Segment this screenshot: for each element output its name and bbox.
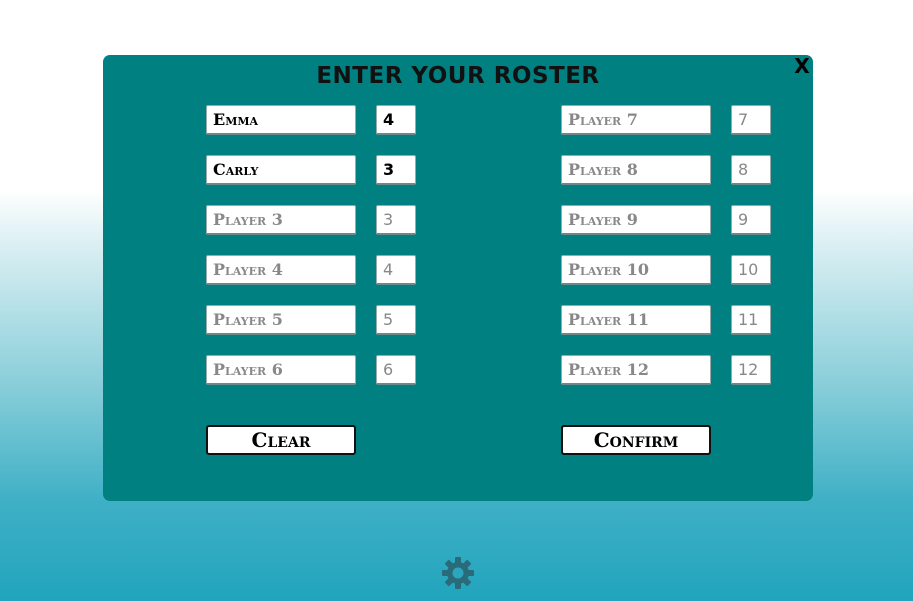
gear-icon[interactable] (441, 556, 475, 590)
player-6-name-input[interactable] (206, 355, 356, 385)
player-1-name-input[interactable] (206, 105, 356, 135)
player-5-number-input[interactable] (376, 305, 416, 335)
player-1-number-input[interactable] (376, 105, 416, 135)
player-8-number-input[interactable] (731, 155, 771, 185)
player-4-name-input[interactable] (206, 255, 356, 285)
player-7-name-input[interactable] (561, 105, 711, 135)
player-4-number-input[interactable] (376, 255, 416, 285)
player-11-number-input[interactable] (731, 305, 771, 335)
player-6-number-input[interactable] (376, 355, 416, 385)
player-3-number-input[interactable] (376, 205, 416, 235)
player-7-number-input[interactable] (731, 105, 771, 135)
roster-modal: X ENTER YOUR ROSTER Clear Confirm (103, 55, 813, 501)
player-9-number-input[interactable] (731, 205, 771, 235)
confirm-button[interactable]: Confirm (561, 425, 711, 455)
player-12-name-input[interactable] (561, 355, 711, 385)
player-10-number-input[interactable] (731, 255, 771, 285)
clear-button[interactable]: Clear (206, 425, 356, 455)
player-2-number-input[interactable] (376, 155, 416, 185)
player-8-name-input[interactable] (561, 155, 711, 185)
player-5-name-input[interactable] (206, 305, 356, 335)
player-12-number-input[interactable] (731, 355, 771, 385)
modal-title: ENTER YOUR ROSTER (316, 63, 600, 89)
player-10-name-input[interactable] (561, 255, 711, 285)
player-2-name-input[interactable] (206, 155, 356, 185)
player-9-name-input[interactable] (561, 205, 711, 235)
player-11-name-input[interactable] (561, 305, 711, 335)
player-3-name-input[interactable] (206, 205, 356, 235)
